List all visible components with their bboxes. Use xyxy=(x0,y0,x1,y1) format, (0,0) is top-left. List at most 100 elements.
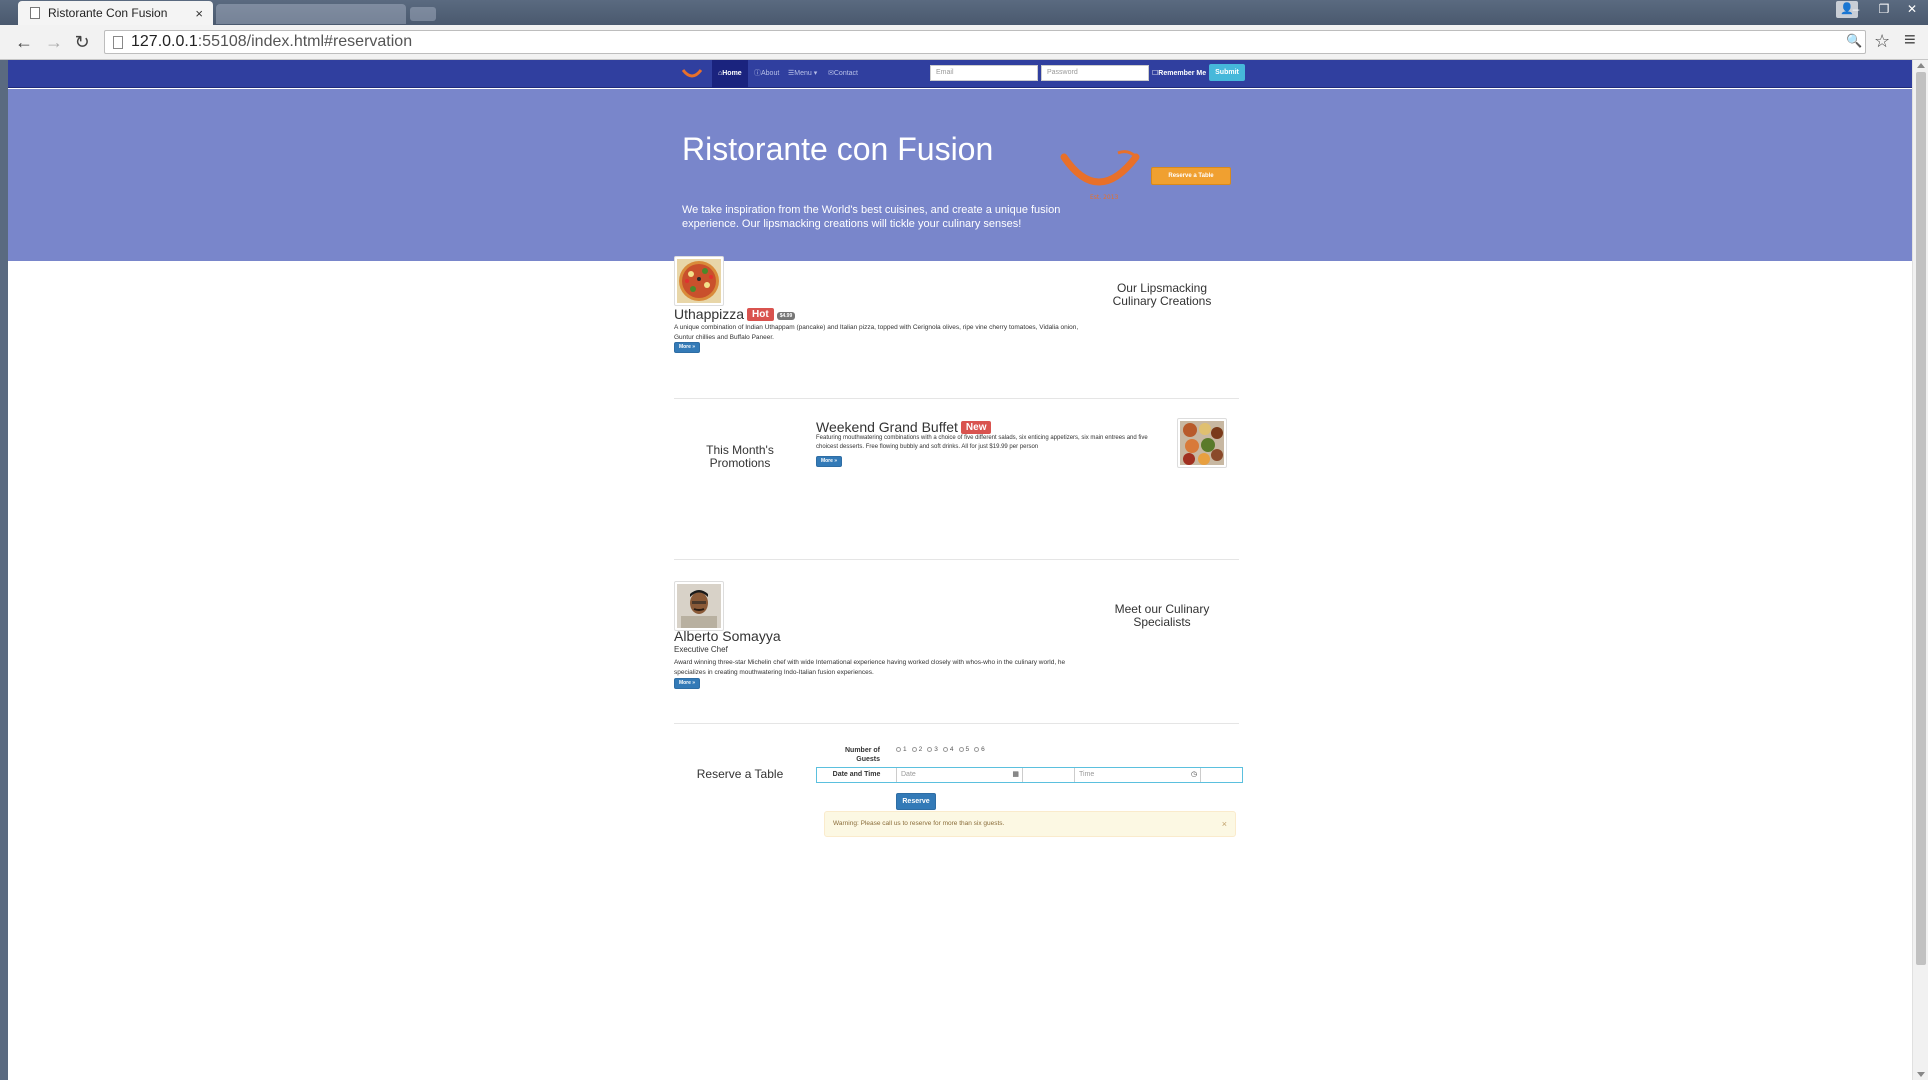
back-button[interactable]: ← xyxy=(12,31,36,53)
guest-radio-4[interactable]: 4 xyxy=(942,746,954,753)
guest-radio-3[interactable]: 3 xyxy=(927,746,938,753)
warning-text: Warning: Please call us to reserve for m… xyxy=(833,820,1005,827)
new-badge: New xyxy=(960,421,992,434)
guests-label: Number of Guests xyxy=(845,747,880,763)
address-bar[interactable]: 127.0.0.1:55108/index.html#reservation xyxy=(104,30,1866,54)
close-tab-icon[interactable]: × xyxy=(195,6,203,21)
promotion-heading: Weekend Grand Buffet New xyxy=(816,419,992,435)
promotion-more-button[interactable]: More » xyxy=(816,456,842,467)
promotion-description: Featuring mouthwatering combinations wit… xyxy=(816,435,1148,450)
logo-est-text: Est. 2013 xyxy=(1090,194,1119,201)
jumbotron: Ristorante con Fusion We take inspiratio… xyxy=(8,89,1912,261)
scrollbar-thumb[interactable] xyxy=(1916,72,1926,965)
guest-radio-5[interactable]: 5 xyxy=(958,746,970,753)
nav-menu-label: Menu xyxy=(794,70,812,77)
date-input[interactable]: Date ▦ xyxy=(897,768,1023,782)
star-icon[interactable]: ☆ xyxy=(1874,31,1890,52)
section-divider xyxy=(674,723,1239,724)
time-input[interactable]: Time ◷ xyxy=(1075,768,1201,782)
dish-more-button[interactable]: More » xyxy=(674,342,700,353)
guests-radio-group[interactable]: 1 2 3 4 5 6 xyxy=(896,746,990,753)
password-input[interactable]: Password xyxy=(1041,65,1149,81)
email-input[interactable]: Email xyxy=(930,65,1038,81)
time-addon xyxy=(1201,768,1241,782)
dish-heading: Uthappizza Hot $4.99 xyxy=(674,306,796,322)
guest-option-label: 6 xyxy=(981,746,985,753)
page-viewport: ⌂Home ⓘAbout ☰Menu ▾ ✉Contact Email Pass… xyxy=(8,60,1912,1080)
dish-name: Uthappizza xyxy=(674,306,745,322)
page-icon xyxy=(30,7,40,19)
guest-option-label: 5 xyxy=(965,746,970,753)
guest-radio-6[interactable]: 6 xyxy=(974,746,985,753)
buffet-image xyxy=(1180,421,1224,465)
restaurant-logo: Est. 2013 xyxy=(1060,150,1140,201)
warning-alert: Warning: Please call us to reserve for m… xyxy=(824,811,1236,837)
reserve-table-button[interactable]: Reserve a Table xyxy=(1151,167,1231,185)
nav-item-about[interactable]: ⓘAbout xyxy=(748,60,785,88)
hot-badge: Hot xyxy=(747,308,774,321)
remember-me-checkbox[interactable]: ☐Remember Me xyxy=(1152,60,1206,88)
pizza-image xyxy=(677,259,721,303)
tab-title: Ristorante Con Fusion xyxy=(48,6,168,20)
datetime-label: Date and Time xyxy=(817,768,897,782)
brand-logo[interactable] xyxy=(682,68,702,80)
maximize-button[interactable]: ❐ xyxy=(1870,0,1898,20)
remember-me-label: Remember Me xyxy=(1158,70,1207,77)
tab-inactive[interactable] xyxy=(216,4,406,24)
leader-more-button[interactable]: More » xyxy=(674,678,700,689)
page-icon xyxy=(113,35,123,49)
dish-description: A unique combination of Indian Uthappam … xyxy=(674,324,1079,341)
leader-thumbnail[interactable] xyxy=(674,581,724,631)
dish-thumbnail[interactable] xyxy=(674,256,724,306)
forward-button[interactable]: → xyxy=(42,31,66,53)
leader-name: Alberto Somayya xyxy=(674,628,781,644)
nav-item-menu[interactable]: ☰Menu ▾ xyxy=(782,60,823,88)
nav-home-label: Home xyxy=(722,70,742,77)
scroll-up-arrow-icon[interactable] xyxy=(1917,63,1925,68)
browser-toolbar: ← → ↻ 127.0.0.1:55108/index.html#reserva… xyxy=(0,25,1928,60)
date-placeholder: Date xyxy=(901,771,916,778)
info-icon: ⓘ xyxy=(754,70,761,77)
window-edge xyxy=(0,60,8,1080)
reservation-section-title: Reserve a Table xyxy=(696,767,784,781)
jumbotron-text: We take inspiration from the World's bes… xyxy=(682,204,1061,230)
tab-active[interactable]: Ristorante Con Fusion × xyxy=(18,1,213,25)
reserve-submit-button[interactable]: Reserve xyxy=(896,793,936,810)
guest-radio-1[interactable]: 1 xyxy=(896,746,907,753)
clock-icon[interactable]: ◷ xyxy=(1191,768,1197,782)
datetime-group: Date and Time Date ▦ Time ◷ xyxy=(816,767,1243,783)
zoom-icon[interactable]: 🔍 xyxy=(1846,33,1862,49)
scroll-down-arrow-icon[interactable] xyxy=(1917,1072,1925,1077)
url-path: :55108/index.html#reservation xyxy=(197,33,413,50)
nav-item-contact[interactable]: ✉Contact xyxy=(822,60,864,88)
section-divider xyxy=(674,559,1239,560)
url-host: 127.0.0.1 xyxy=(131,33,198,50)
nav-about-label: About xyxy=(761,70,780,77)
close-alert-icon[interactable]: × xyxy=(1222,812,1227,836)
promotion-section-title: This Month's Promotions xyxy=(706,443,774,470)
tab-strip: Ristorante Con Fusion × 👤 – ❐ ✕ xyxy=(0,0,1928,25)
guest-option-label: 2 xyxy=(918,746,923,753)
jumbotron-title: Ristorante con Fusion xyxy=(682,131,994,167)
price-badge: $4.99 xyxy=(776,312,796,320)
guest-option-label: 3 xyxy=(934,746,938,753)
section-divider xyxy=(674,398,1239,399)
new-tab-button[interactable] xyxy=(410,7,436,21)
minimize-button[interactable]: – xyxy=(1842,0,1870,20)
chrome-menu-icon[interactable]: ≡ xyxy=(1904,29,1916,52)
time-placeholder: Time xyxy=(1079,771,1095,778)
guest-radio-2[interactable]: 2 xyxy=(911,746,923,753)
close-window-button[interactable]: ✕ xyxy=(1898,0,1926,20)
site-navbar: ⌂Home ⓘAbout ☰Menu ▾ ✉Contact Email Pass… xyxy=(8,60,1912,88)
reload-button[interactable]: ↻ xyxy=(70,31,94,53)
nav-contact-label: Contact xyxy=(833,70,858,77)
guest-option-label: 4 xyxy=(949,746,954,753)
promotion-thumbnail[interactable] xyxy=(1177,418,1227,468)
login-submit-button[interactable]: Submit xyxy=(1209,64,1245,81)
browser-window: Ristorante Con Fusion × 👤 – ❐ ✕ ← → ↻ 12… xyxy=(0,0,1928,1080)
calendar-icon[interactable]: ▦ xyxy=(1012,768,1019,782)
dish-section-title: Our Lipsmacking Culinary Creations xyxy=(1112,281,1212,308)
page-scrollbar[interactable] xyxy=(1912,60,1928,1080)
date-addon xyxy=(1023,768,1075,782)
nav-item-home[interactable]: ⌂Home xyxy=(712,60,748,88)
